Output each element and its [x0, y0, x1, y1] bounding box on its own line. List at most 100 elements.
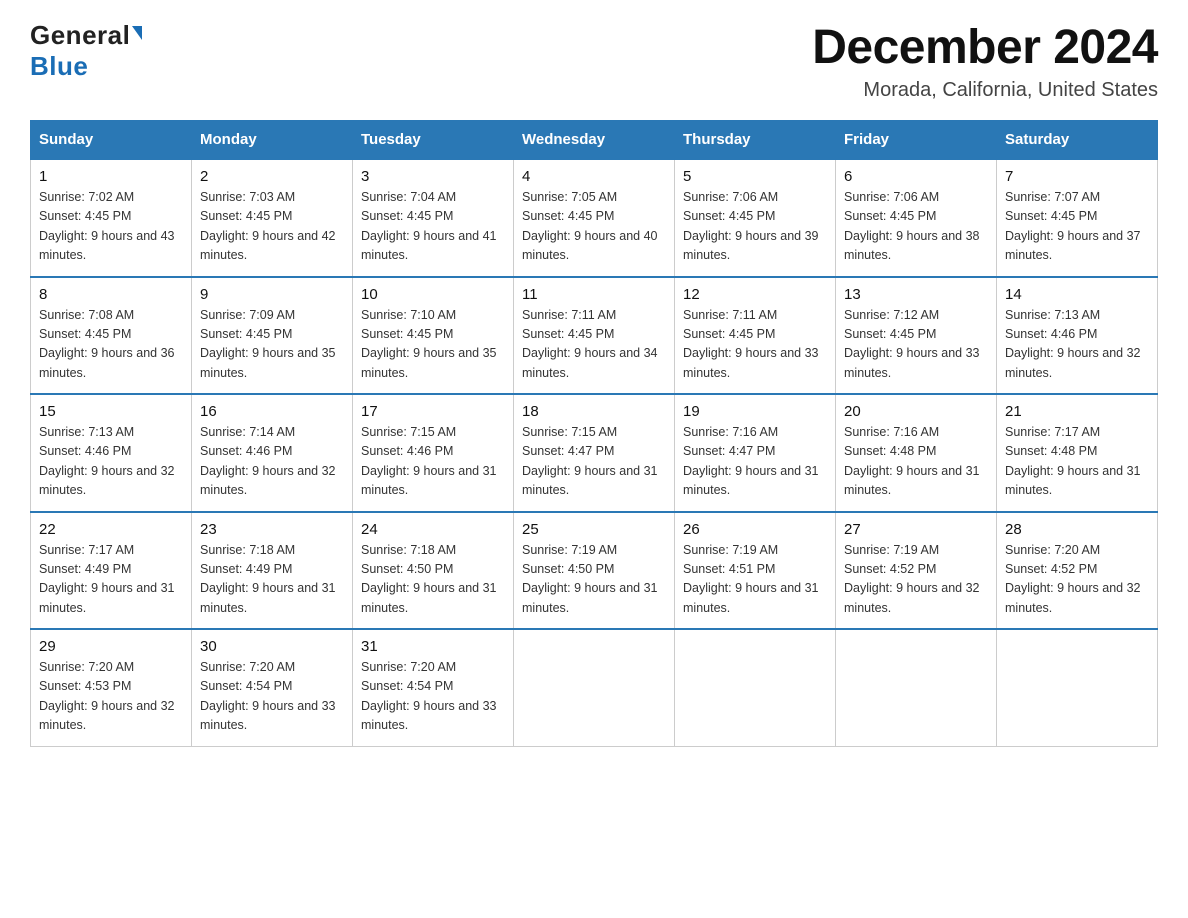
logo-blue-text: Blue	[30, 51, 88, 82]
day-info: Sunrise: 7:18 AM Sunset: 4:50 PM Dayligh…	[361, 541, 505, 619]
day-number: 16	[200, 403, 344, 420]
day-info: Sunrise: 7:15 AM Sunset: 4:47 PM Dayligh…	[522, 423, 666, 501]
day-number: 2	[200, 168, 344, 185]
calendar-cell: 12 Sunrise: 7:11 AM Sunset: 4:45 PM Dayl…	[675, 277, 836, 395]
day-number: 3	[361, 168, 505, 185]
day-number: 25	[522, 521, 666, 538]
calendar-cell: 10 Sunrise: 7:10 AM Sunset: 4:45 PM Dayl…	[353, 277, 514, 395]
day-number: 28	[1005, 521, 1149, 538]
page-header: General Blue December 2024 Morada, Calif…	[30, 20, 1158, 102]
day-number: 23	[200, 521, 344, 538]
day-info: Sunrise: 7:09 AM Sunset: 4:45 PM Dayligh…	[200, 306, 344, 384]
calendar-cell: 27 Sunrise: 7:19 AM Sunset: 4:52 PM Dayl…	[836, 512, 997, 630]
day-info: Sunrise: 7:19 AM Sunset: 4:50 PM Dayligh…	[522, 541, 666, 619]
calendar-cell	[836, 629, 997, 746]
weekday-header-row: SundayMondayTuesdayWednesdayThursdayFrid…	[31, 121, 1158, 160]
calendar-cell: 11 Sunrise: 7:11 AM Sunset: 4:45 PM Dayl…	[514, 277, 675, 395]
day-number: 8	[39, 286, 183, 303]
calendar-week-row: 22 Sunrise: 7:17 AM Sunset: 4:49 PM Dayl…	[31, 512, 1158, 630]
day-info: Sunrise: 7:02 AM Sunset: 4:45 PM Dayligh…	[39, 188, 183, 266]
weekday-header-friday: Friday	[836, 121, 997, 160]
day-number: 19	[683, 403, 827, 420]
day-number: 11	[522, 286, 666, 303]
day-info: Sunrise: 7:12 AM Sunset: 4:45 PM Dayligh…	[844, 306, 988, 384]
weekday-header-wednesday: Wednesday	[514, 121, 675, 160]
day-number: 13	[844, 286, 988, 303]
weekday-header-sunday: Sunday	[31, 121, 192, 160]
calendar-title: December 2024	[812, 20, 1158, 75]
day-number: 4	[522, 168, 666, 185]
calendar-cell: 5 Sunrise: 7:06 AM Sunset: 4:45 PM Dayli…	[675, 159, 836, 277]
weekday-header-tuesday: Tuesday	[353, 121, 514, 160]
day-number: 6	[844, 168, 988, 185]
day-info: Sunrise: 7:19 AM Sunset: 4:52 PM Dayligh…	[844, 541, 988, 619]
calendar-cell: 2 Sunrise: 7:03 AM Sunset: 4:45 PM Dayli…	[192, 159, 353, 277]
day-info: Sunrise: 7:16 AM Sunset: 4:48 PM Dayligh…	[844, 423, 988, 501]
day-info: Sunrise: 7:08 AM Sunset: 4:45 PM Dayligh…	[39, 306, 183, 384]
day-number: 1	[39, 168, 183, 185]
calendar-cell: 26 Sunrise: 7:19 AM Sunset: 4:51 PM Dayl…	[675, 512, 836, 630]
calendar-cell: 29 Sunrise: 7:20 AM Sunset: 4:53 PM Dayl…	[31, 629, 192, 746]
day-number: 9	[200, 286, 344, 303]
day-info: Sunrise: 7:05 AM Sunset: 4:45 PM Dayligh…	[522, 188, 666, 266]
calendar-cell	[675, 629, 836, 746]
calendar-cell: 6 Sunrise: 7:06 AM Sunset: 4:45 PM Dayli…	[836, 159, 997, 277]
calendar-week-row: 15 Sunrise: 7:13 AM Sunset: 4:46 PM Dayl…	[31, 394, 1158, 512]
day-number: 15	[39, 403, 183, 420]
day-info: Sunrise: 7:20 AM Sunset: 4:53 PM Dayligh…	[39, 658, 183, 736]
day-number: 18	[522, 403, 666, 420]
calendar-cell: 20 Sunrise: 7:16 AM Sunset: 4:48 PM Dayl…	[836, 394, 997, 512]
calendar-cell: 18 Sunrise: 7:15 AM Sunset: 4:47 PM Dayl…	[514, 394, 675, 512]
day-number: 31	[361, 638, 505, 655]
day-info: Sunrise: 7:07 AM Sunset: 4:45 PM Dayligh…	[1005, 188, 1149, 266]
calendar-cell: 21 Sunrise: 7:17 AM Sunset: 4:48 PM Dayl…	[997, 394, 1158, 512]
day-info: Sunrise: 7:11 AM Sunset: 4:45 PM Dayligh…	[683, 306, 827, 384]
calendar-cell: 23 Sunrise: 7:18 AM Sunset: 4:49 PM Dayl…	[192, 512, 353, 630]
calendar-cell: 25 Sunrise: 7:19 AM Sunset: 4:50 PM Dayl…	[514, 512, 675, 630]
calendar-cell: 13 Sunrise: 7:12 AM Sunset: 4:45 PM Dayl…	[836, 277, 997, 395]
calendar-cell: 19 Sunrise: 7:16 AM Sunset: 4:47 PM Dayl…	[675, 394, 836, 512]
calendar-week-row: 8 Sunrise: 7:08 AM Sunset: 4:45 PM Dayli…	[31, 277, 1158, 395]
day-info: Sunrise: 7:13 AM Sunset: 4:46 PM Dayligh…	[39, 423, 183, 501]
day-info: Sunrise: 7:20 AM Sunset: 4:52 PM Dayligh…	[1005, 541, 1149, 619]
day-info: Sunrise: 7:06 AM Sunset: 4:45 PM Dayligh…	[683, 188, 827, 266]
day-info: Sunrise: 7:20 AM Sunset: 4:54 PM Dayligh…	[361, 658, 505, 736]
calendar-cell: 9 Sunrise: 7:09 AM Sunset: 4:45 PM Dayli…	[192, 277, 353, 395]
day-number: 24	[361, 521, 505, 538]
day-info: Sunrise: 7:11 AM Sunset: 4:45 PM Dayligh…	[522, 306, 666, 384]
day-info: Sunrise: 7:13 AM Sunset: 4:46 PM Dayligh…	[1005, 306, 1149, 384]
logo: General Blue	[30, 20, 142, 82]
calendar-cell	[997, 629, 1158, 746]
logo-triangle-icon	[132, 26, 142, 40]
weekday-header-saturday: Saturday	[997, 121, 1158, 160]
day-number: 17	[361, 403, 505, 420]
weekday-header-thursday: Thursday	[675, 121, 836, 160]
day-number: 7	[1005, 168, 1149, 185]
day-info: Sunrise: 7:14 AM Sunset: 4:46 PM Dayligh…	[200, 423, 344, 501]
weekday-header-monday: Monday	[192, 121, 353, 160]
day-info: Sunrise: 7:19 AM Sunset: 4:51 PM Dayligh…	[683, 541, 827, 619]
day-info: Sunrise: 7:17 AM Sunset: 4:49 PM Dayligh…	[39, 541, 183, 619]
calendar-cell: 31 Sunrise: 7:20 AM Sunset: 4:54 PM Dayl…	[353, 629, 514, 746]
day-info: Sunrise: 7:15 AM Sunset: 4:46 PM Dayligh…	[361, 423, 505, 501]
calendar-cell: 15 Sunrise: 7:13 AM Sunset: 4:46 PM Dayl…	[31, 394, 192, 512]
day-info: Sunrise: 7:04 AM Sunset: 4:45 PM Dayligh…	[361, 188, 505, 266]
calendar-week-row: 29 Sunrise: 7:20 AM Sunset: 4:53 PM Dayl…	[31, 629, 1158, 746]
calendar-cell	[514, 629, 675, 746]
day-info: Sunrise: 7:06 AM Sunset: 4:45 PM Dayligh…	[844, 188, 988, 266]
day-info: Sunrise: 7:10 AM Sunset: 4:45 PM Dayligh…	[361, 306, 505, 384]
day-info: Sunrise: 7:17 AM Sunset: 4:48 PM Dayligh…	[1005, 423, 1149, 501]
calendar-week-row: 1 Sunrise: 7:02 AM Sunset: 4:45 PM Dayli…	[31, 159, 1158, 277]
day-number: 12	[683, 286, 827, 303]
day-info: Sunrise: 7:18 AM Sunset: 4:49 PM Dayligh…	[200, 541, 344, 619]
calendar-subtitle: Morada, California, United States	[812, 79, 1158, 102]
title-block: December 2024 Morada, California, United…	[812, 20, 1158, 102]
day-number: 30	[200, 638, 344, 655]
day-number: 14	[1005, 286, 1149, 303]
calendar-cell: 14 Sunrise: 7:13 AM Sunset: 4:46 PM Dayl…	[997, 277, 1158, 395]
day-number: 26	[683, 521, 827, 538]
calendar-cell: 24 Sunrise: 7:18 AM Sunset: 4:50 PM Dayl…	[353, 512, 514, 630]
day-number: 29	[39, 638, 183, 655]
day-number: 21	[1005, 403, 1149, 420]
calendar-cell: 28 Sunrise: 7:20 AM Sunset: 4:52 PM Dayl…	[997, 512, 1158, 630]
